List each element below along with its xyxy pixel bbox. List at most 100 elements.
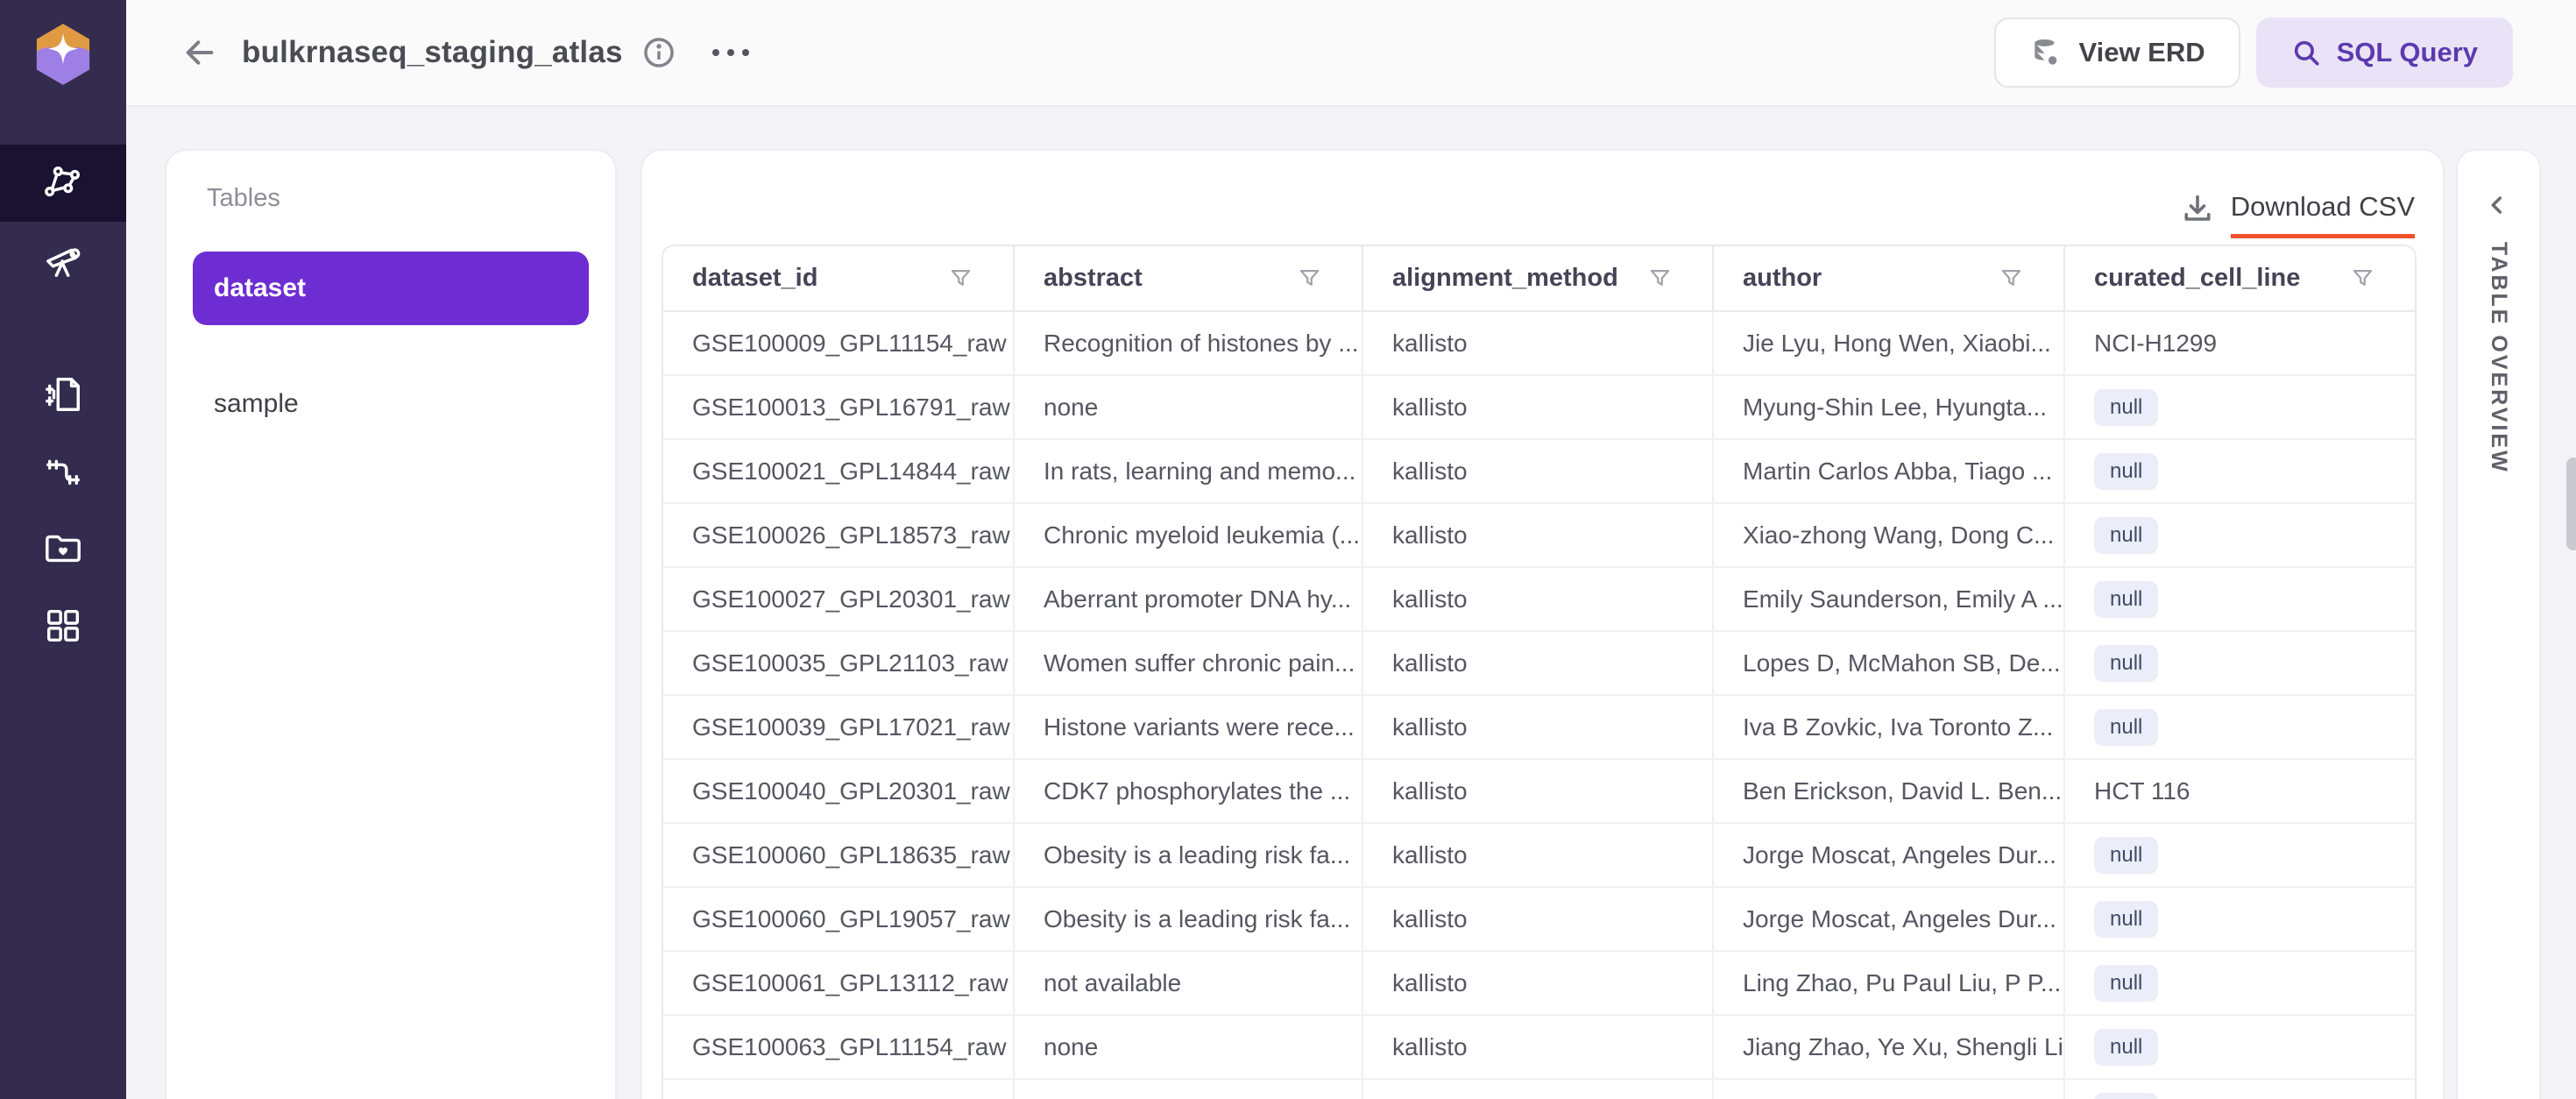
cell-abstract: In rats, learning and memo... xyxy=(1015,440,1363,502)
column-header: curated_cell_line xyxy=(2065,246,2415,310)
tables-heading: Tables xyxy=(207,184,615,213)
null-badge: null xyxy=(2094,581,2158,618)
table-row[interactable]: GSE100060_GPL18635_raw Obesity is a lead… xyxy=(663,824,2415,888)
cell-alignment-method: kallisto xyxy=(1363,824,1714,886)
cell-abstract: not available xyxy=(1015,952,1363,1014)
sidebar-item-collections[interactable] xyxy=(0,510,126,587)
page-title: bulkrnaseq_staging_atlas xyxy=(242,35,623,70)
cell-author: Ling Zhao, Pu Paul Liu, P P... xyxy=(1714,952,2065,1014)
cell-abstract: none xyxy=(1015,376,1363,438)
table-overview-panel: TABLE OVERVIEW xyxy=(2456,149,2541,1099)
table-row[interactable]: GSE100039_GPL17021_raw Histone variants … xyxy=(663,696,2415,760)
null-badge: null xyxy=(2094,965,2158,1002)
column-header-label: curated_cell_line xyxy=(2094,264,2300,293)
table-row[interactable]: GSE100035_GPL21103_raw Women suffer chro… xyxy=(663,632,2415,696)
cell-alignment-method: kallisto xyxy=(1363,952,1714,1014)
cell-alignment-method: kallisto xyxy=(1363,376,1714,438)
cell-abstract: none xyxy=(1015,1016,1363,1078)
cell-alignment-method: kallisto xyxy=(1363,696,1714,758)
cell-abstract: none xyxy=(1015,1080,1363,1099)
tables-panel: Tables dataset sample xyxy=(165,149,617,1099)
tables-item-sample[interactable]: sample xyxy=(193,367,589,441)
column-header-label: abstract xyxy=(1044,264,1143,293)
download-icon xyxy=(2182,193,2213,224)
cell-alignment-method: kallisto xyxy=(1363,632,1714,694)
database-gear-icon xyxy=(2029,36,2063,69)
cell-dataset-id: GSE100060_GPL18635_raw xyxy=(663,824,1015,886)
cell-dataset-id: GSE100061_GPL13112_raw xyxy=(663,952,1015,1014)
cell-dataset-id: GSE100064_GPL11154_raw xyxy=(663,1080,1015,1099)
cell-abstract: Aberrant promoter DNA hy... xyxy=(1015,568,1363,630)
null-badge: null xyxy=(2094,517,2158,554)
cell-dataset-id: GSE100040_GPL20301_raw xyxy=(663,760,1015,822)
data-grid: dataset_id abstract alignment_method aut… xyxy=(662,245,2417,1099)
app-sidebar xyxy=(0,0,126,1099)
table-row[interactable]: GSE100026_GPL18573_raw Chronic myeloid l… xyxy=(663,504,2415,568)
cell-dataset-id: GSE100039_GPL17021_raw xyxy=(663,696,1015,758)
null-badge: null xyxy=(2094,453,2158,490)
cell-curated-cell-line: null xyxy=(2065,440,2415,502)
column-header: author xyxy=(1714,246,2065,310)
cell-abstract: Recognition of histones by ... xyxy=(1015,312,1363,374)
table-row[interactable]: GSE100021_GPL14844_raw In rats, learning… xyxy=(663,440,2415,504)
table-row[interactable]: GSE100061_GPL13112_raw not available kal… xyxy=(663,952,2415,1016)
cell-dataset-id: GSE100035_GPL21103_raw xyxy=(663,632,1015,694)
sidebar-item-file-settings[interactable] xyxy=(0,356,126,433)
cell-dataset-id: GSE100027_GPL20301_raw xyxy=(663,568,1015,630)
sidebar-item-apps[interactable] xyxy=(0,587,126,664)
table-row[interactable]: GSE100009_GPL11154_raw Recognition of hi… xyxy=(663,312,2415,376)
info-icon[interactable] xyxy=(642,36,676,69)
table-row[interactable]: GSE100013_GPL16791_raw none kallisto Myu… xyxy=(663,376,2415,440)
download-csv-button[interactable]: Download CSV xyxy=(2182,191,2415,238)
view-erd-button[interactable]: View ERD xyxy=(1994,18,2240,88)
sidebar-item-pipeline[interactable] xyxy=(0,433,126,510)
back-button[interactable] xyxy=(180,33,219,72)
vertical-scrollbar-thumb[interactable] xyxy=(2566,457,2576,550)
table-row[interactable]: GSE100060_GPL19057_raw Obesity is a lead… xyxy=(663,888,2415,952)
cell-dataset-id: GSE100013_GPL16791_raw xyxy=(663,376,1015,438)
null-badge: null xyxy=(2094,389,2158,426)
apps-grid-icon xyxy=(43,606,83,646)
table-row[interactable]: GSE100027_GPL20301_raw Aberrant promoter… xyxy=(663,568,2415,632)
funnel-filter-icon[interactable] xyxy=(1298,266,1321,290)
column-header-label: dataset_id xyxy=(692,264,817,293)
sidebar-item-model-graph[interactable] xyxy=(0,145,126,222)
column-header: dataset_id xyxy=(663,246,1015,310)
null-badge: null xyxy=(2094,837,2158,874)
cell-abstract: Obesity is a leading risk fa... xyxy=(1015,888,1363,950)
cell-author: Hui Hua, Jian Wang, Hong... xyxy=(1714,1080,2065,1099)
sql-query-button[interactable]: SQL Query xyxy=(2256,18,2513,88)
tables-item-dataset[interactable]: dataset xyxy=(193,252,589,325)
chevron-left-icon xyxy=(2483,191,2511,219)
cell-curated-cell-line: null xyxy=(2065,568,2415,630)
cell-abstract: Obesity is a leading risk fa... xyxy=(1015,824,1363,886)
table-row[interactable]: GSE100063_GPL11154_raw none kallisto Jia… xyxy=(663,1016,2415,1080)
cell-curated-cell-line: null xyxy=(2065,376,2415,438)
cell-alignment-method: kallisto xyxy=(1363,1080,1714,1099)
cell-curated-cell-line: null xyxy=(2065,1080,2415,1099)
funnel-filter-icon[interactable] xyxy=(2351,266,2374,290)
cell-author: Martin Carlos Abba, Tiago ... xyxy=(1714,440,2065,502)
funnel-filter-icon[interactable] xyxy=(949,266,973,290)
collapse-panel-button[interactable] xyxy=(2483,191,2515,223)
funnel-filter-icon[interactable] xyxy=(1648,266,1672,290)
app-logo-icon xyxy=(30,19,96,89)
cell-abstract: Histone variants were rece... xyxy=(1015,696,1363,758)
ellipsis-icon[interactable] xyxy=(712,49,749,56)
table-row[interactable]: GSE100064_GPL11154_raw none kallisto Hui… xyxy=(663,1080,2415,1099)
cell-dataset-id: GSE100063_GPL11154_raw xyxy=(663,1016,1015,1078)
cell-abstract: CDK7 phosphorylates the ... xyxy=(1015,760,1363,822)
cell-alignment-method: kallisto xyxy=(1363,440,1714,502)
cell-dataset-id: GSE100026_GPL18573_raw xyxy=(663,504,1015,566)
cell-alignment-method: kallisto xyxy=(1363,1016,1714,1078)
cell-abstract: Women suffer chronic pain... xyxy=(1015,632,1363,694)
funnel-filter-icon[interactable] xyxy=(1999,266,2023,290)
column-header: abstract xyxy=(1015,246,1363,310)
cell-curated-cell-line: HCT 116 xyxy=(2065,760,2415,822)
cell-dataset-id: GSE100021_GPL14844_raw xyxy=(663,440,1015,502)
null-badge: null xyxy=(2094,709,2158,746)
table-row[interactable]: GSE100040_GPL20301_raw CDK7 phosphorylat… xyxy=(663,760,2415,824)
cell-alignment-method: kallisto xyxy=(1363,504,1714,566)
search-icon xyxy=(2291,38,2321,67)
sidebar-item-explore[interactable] xyxy=(0,222,126,299)
